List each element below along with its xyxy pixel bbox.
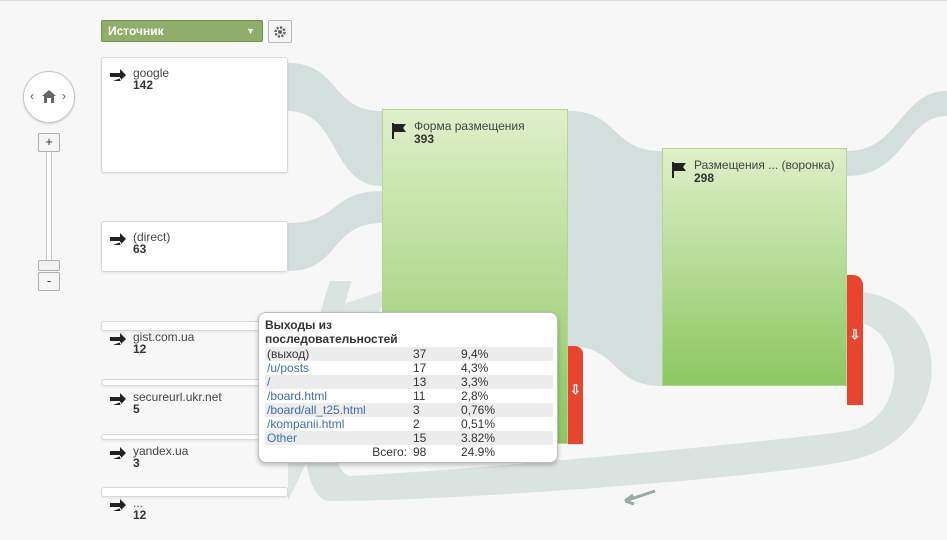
drop-off-page-1[interactable]: ⇩ [568,346,583,444]
source-count: 142 [133,78,154,92]
entrance-arrow-icon [110,447,126,459]
dimension-dropdown[interactable]: Источник ▼ [101,20,263,42]
flag-icon [672,162,686,178]
settings-button[interactable] [268,20,292,43]
exit-count: 11 [413,389,426,403]
page-name: Размещения ... (воронка) [694,158,835,172]
entrance-arrow-icon [110,233,126,245]
exit-percent: 2,8% [461,389,489,403]
zoom-out-button[interactable]: - [38,272,60,291]
page-count: 393 [414,132,435,146]
pan-control[interactable]: ‹ › [23,71,75,123]
table-row: Other 15 3.82% [265,431,553,445]
exit-page-link[interactable]: /u/posts [267,361,309,375]
entrance-arrow-icon [110,333,126,345]
exit-table: (выход) 37 9,4% /u/posts 17 4,3% / 13 3,… [265,347,553,459]
exit-count: 2 [413,417,420,431]
flag-icon [392,123,406,139]
exit-percent: 4,3% [461,361,489,375]
exit-percent: 0,76% [459,403,553,417]
pan-right-icon[interactable]: › [62,89,66,103]
exit-count: 17 [413,361,427,375]
exit-page-link[interactable]: Other [267,431,297,445]
gear-icon [274,25,286,38]
source-count: 12 [133,342,147,356]
source-name: secureurl.ukr.net [133,390,222,404]
source-node-other[interactable] [101,487,288,497]
exit-page: (выход) [265,347,411,361]
total-row: Всего: 98 24.9% [265,445,553,459]
drop-off-arrow-icon: ⇩ [849,327,861,342]
exit-percent: 0,51% [461,417,496,431]
home-icon[interactable] [41,89,57,104]
exit-percent: 3,3% [459,375,553,389]
entrance-arrow-icon [110,69,126,81]
source-node-direct[interactable] [101,221,288,272]
exit-page-link[interactable]: / [267,375,270,389]
table-row: (выход) 37 9,4% [265,347,553,361]
total-percent: 24.9% [459,445,553,459]
page-count: 298 [694,171,715,185]
total-label: Всего: [265,445,411,459]
flow-page1-to-page2[interactable] [568,111,662,386]
exit-tooltip: Выходы из последовательностей (выход) 37… [258,312,558,463]
exit-count: 37 [411,347,459,361]
source-name: yandex.ua [133,444,189,458]
zoom-in-button[interactable]: + [38,133,60,152]
table-row: /kompanii.html 2 0,51% [265,417,553,431]
dimension-dropdown-label: Источник [108,24,164,38]
source-count: 3 [133,456,140,470]
source-count: 12 [133,508,147,522]
exit-count: 15 [411,431,459,445]
flow-right-edge[interactable] [847,91,947,176]
tooltip-title: Выходы из последовательностей [265,318,398,346]
flow-visualization: Источник ▼ ‹ › + - google 142 (direct) 6… [0,0,947,540]
table-row: /board.html 11 2,8% [265,389,553,403]
exit-percent: 9,4% [459,347,553,361]
exit-page-link[interactable]: /board/all_t25.html [267,403,366,417]
total-count: 98 [411,445,459,459]
exit-count: 3 [411,403,459,417]
table-row: /board/all_t25.html 3 0,76% [265,403,553,417]
table-row: / 13 3,3% [265,375,553,389]
zoom-slider-track[interactable] [46,151,52,263]
flow-google[interactable] [288,63,382,186]
entrance-arrow-icon [110,499,126,511]
exit-page-link[interactable]: /kompanii.html [267,417,344,431]
source-node-google[interactable] [101,57,288,173]
source-count: 63 [133,242,147,256]
pan-left-icon[interactable]: ‹ [30,89,34,103]
exit-percent: 3.82% [459,431,553,445]
exit-page-link[interactable]: /board.html [267,389,327,403]
exit-count: 13 [411,375,459,389]
source-count: 5 [133,402,140,416]
page-node-2[interactable]: Размещения ... (воронка) 298 [662,148,847,386]
loop-arrow-icon [624,489,656,506]
drop-off-arrow-icon: ⇩ [570,382,581,397]
zoom-slider-handle[interactable] [38,260,60,271]
chevron-down-icon: ▼ [246,26,255,36]
table-row: /u/posts 17 4,3% [265,361,553,375]
entrance-arrow-icon [110,393,126,405]
drop-off-page-2[interactable]: ⇩ [847,275,863,405]
page-name: Форма размещения [414,119,525,133]
flow-direct[interactable] [288,191,382,271]
